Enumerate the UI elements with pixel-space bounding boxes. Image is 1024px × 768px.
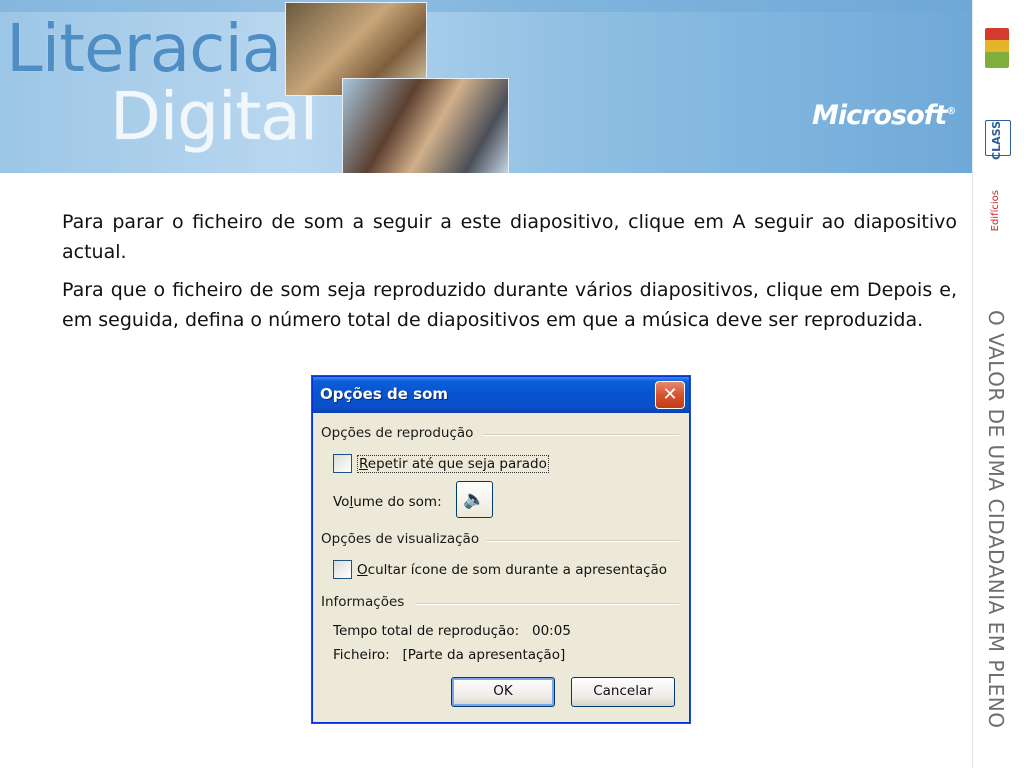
microsoft-logo-mark: ®: [946, 106, 956, 117]
volume-button[interactable]: 🔈: [456, 481, 493, 518]
volume-label-a: Vo: [333, 494, 350, 510]
volume-label: Volume do som:: [333, 494, 442, 510]
loop-checkbox[interactable]: [333, 454, 352, 473]
volume-label-c: ume do som:: [353, 494, 442, 510]
total-playback-time: Tempo total de reprodução: 00:05: [333, 623, 571, 639]
microsoft-logo: Microsoft®: [812, 100, 956, 131]
sound-options-dialog: Opções de som ✕ Opções de reprodução Rep…: [312, 376, 690, 723]
sidebar-vertical-slogan: O VALOR DE UMA CIDADANIA EM PLENO: [984, 310, 1012, 750]
sidebar-vertical-slogan-text: O VALOR DE UMA CIDADANIA EM PLENO: [984, 310, 1008, 729]
hide-icon-checkbox-row[interactable]: Ocultar ícone de som durante a apresenta…: [333, 560, 667, 579]
group-playback: Opções de reprodução: [321, 425, 681, 441]
group-display: Opções de visualização: [321, 531, 681, 547]
partner-logo-edificios-text: Edifícios: [990, 190, 1001, 232]
hide-access-key: O: [357, 561, 368, 578]
loop-checkbox-row[interactable]: Repetir até que seja parado: [333, 454, 549, 473]
dialog-title: Opções de som: [320, 385, 449, 403]
instruction-paragraph-1: Para parar o ficheiro de som a seguir a …: [62, 211, 957, 263]
ok-button[interactable]: OK: [451, 677, 555, 707]
group-display-label: Opções de visualização: [321, 531, 480, 547]
header-banner: Literacia Digital Microsoft®: [0, 0, 972, 173]
banner-photo-teacher: [342, 78, 509, 173]
dialog-titlebar[interactable]: Opções de som ✕: [313, 377, 689, 413]
group-divider: [484, 434, 679, 436]
speaker-icon: 🔈: [463, 489, 486, 510]
close-icon: ✕: [662, 384, 678, 405]
group-divider: [415, 603, 679, 605]
group-playback-label: Opções de reprodução: [321, 425, 474, 441]
group-divider: [486, 540, 679, 542]
banner-title-line1: Literacia: [6, 10, 282, 87]
hide-label-rest: cultar ícone de som durante a apresentaç…: [367, 561, 668, 578]
hide-icon-checkbox[interactable]: [333, 560, 352, 579]
file-info: Ficheiro: [Parte da apresentação]: [333, 647, 566, 663]
instruction-paragraph-2: Para que o ficheiro de som seja reproduz…: [62, 279, 957, 331]
group-info-label: Informações: [321, 594, 405, 610]
loop-checkbox-label[interactable]: Repetir até que seja parado: [357, 454, 549, 473]
partner-logo-edificios: Edifícios: [985, 190, 1009, 256]
loop-label-rest: epetir até que seja parado: [367, 455, 547, 472]
cancel-button[interactable]: Cancelar: [571, 677, 675, 707]
partner-logo-class: CLASS: [985, 120, 1011, 160]
hide-icon-checkbox-label[interactable]: Ocultar ícone de som durante a apresenta…: [357, 562, 667, 578]
loop-access-key: R: [359, 455, 368, 472]
group-info: Informações: [321, 594, 681, 610]
partner-logo-1: [985, 28, 1009, 68]
close-button[interactable]: ✕: [655, 381, 685, 409]
partner-logo-class-text: CLASS: [990, 121, 1003, 160]
microsoft-logo-text: Microsoft: [812, 100, 947, 131]
